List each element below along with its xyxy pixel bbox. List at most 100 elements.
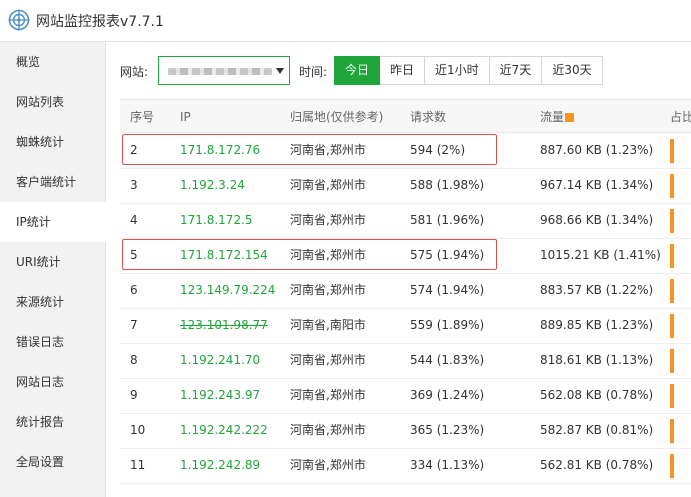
cell-location: 河南省,郑州市	[290, 248, 366, 262]
cell-ip: 171.8.172.76	[180, 143, 261, 157]
cell-requests: 588 (1.98%)	[410, 178, 485, 192]
share-bar	[670, 349, 674, 373]
sidebar-item-spider-stats[interactable]: 蜘蛛统计	[0, 122, 106, 162]
sidebar-item-global-settings[interactable]: 全局设置	[0, 442, 106, 482]
sidebar-item-error-log[interactable]: 错误日志	[0, 322, 106, 362]
cell-requests: 544 (1.83%)	[410, 353, 485, 367]
cell-ip: 123.149.79.224	[180, 283, 276, 297]
time-today-button[interactable]: 今日	[334, 56, 381, 85]
cell-ip: 1.192.241.70	[180, 353, 261, 367]
redacted-site-name	[168, 68, 272, 75]
sort-icon	[565, 113, 575, 122]
sidebar-item-client-stats[interactable]: 客户端统计	[0, 162, 106, 202]
table-row: 11 1.192.242.89 河南省,郑州市 334 (1.13%) 562.81 K…	[120, 448, 691, 484]
cell-requests: 581 (1.96%)	[410, 213, 485, 227]
table-row: 4 171.8.172.5 河南省,郑州市 581 (1.96%) 968.66 KB …	[120, 203, 691, 239]
header-share: 占比	[670, 110, 691, 124]
cell-requests: 575 (1.94%)	[410, 248, 485, 262]
time-range-group: 今日 昨日 近1小时 近7天 近30天	[334, 56, 603, 85]
sidebar-item-ip-stats[interactable]: IP统计	[0, 202, 107, 242]
cell-traffic: 967.14 KB (1.34%)	[540, 178, 654, 192]
cell-requests: 574 (1.94%)	[410, 283, 485, 297]
cell-location: 河南省,郑州市	[290, 213, 366, 227]
cell-traffic: 582.87 KB (0.81%)	[540, 423, 654, 437]
cell-index: 8	[130, 353, 138, 367]
main-content: 网站: 时间: 今日 昨日 近1小时 近7天 近30天 序号 IP 归属地(仅供…	[106, 42, 691, 497]
cell-index: 4	[130, 213, 138, 227]
cell-index: 2	[130, 143, 138, 157]
time-last-hour-button[interactable]: 近1小时	[424, 56, 490, 85]
header-traffic[interactable]: 流量	[540, 100, 575, 134]
share-bar	[670, 244, 674, 268]
cell-traffic: 883.57 KB (1.22%)	[540, 283, 654, 297]
cell-traffic: 818.61 KB (1.13%)	[540, 353, 654, 367]
table-row: 3 1.192.3.24 河南省,郑州市 588 (1.98%) 967.14 KB (…	[120, 168, 691, 204]
cell-requests: 365 (1.23%)	[410, 423, 485, 437]
cell-index: 11	[130, 458, 146, 472]
time-last-7-days-button[interactable]: 近7天	[488, 56, 543, 85]
cell-traffic: 889.85 KB (1.23%)	[540, 318, 654, 332]
cell-location: 河南省,南阳市	[290, 318, 366, 332]
share-bar	[670, 384, 674, 408]
share-bar	[670, 279, 674, 303]
table-row: 10 1.192.242.222 河南省,郑州市 365 (1.23%) 582.87 …	[120, 413, 691, 449]
cell-ip: 123.101.98.77	[180, 318, 268, 332]
table-row: 6 123.149.79.224 河南省,郑州市 574 (1.94%) 883.57 …	[120, 273, 691, 309]
cell-ip: 1.192.242.89	[180, 458, 261, 472]
table-header: 序号 IP 归属地(仅供参考) 请求数 流量 占比	[120, 99, 691, 133]
cell-ip: 1.192.242.222	[180, 423, 268, 437]
caret-down-icon	[276, 68, 284, 74]
share-bar	[670, 419, 674, 443]
header-index: 序号	[130, 110, 155, 124]
site-select[interactable]	[158, 56, 290, 85]
cell-location: 河南省,郑州市	[290, 388, 366, 402]
site-label: 网站:	[120, 65, 149, 79]
sidebar-item-uri-stats[interactable]: URI统计	[0, 242, 106, 282]
header-ip: IP	[180, 110, 191, 124]
sidebar-item-report[interactable]: 统计报告	[0, 402, 106, 442]
cell-traffic: 968.66 KB (1.34%)	[540, 213, 654, 227]
sidebar-item-referer-stats[interactable]: 来源统计	[0, 282, 106, 322]
header-location: 归属地(仅供参考)	[290, 110, 384, 124]
cell-ip: 1.192.243.97	[180, 388, 261, 402]
cell-requests: 369 (1.24%)	[410, 388, 485, 402]
sidebar-item-site-list[interactable]: 网站列表	[0, 82, 106, 122]
table-row: 9 1.192.243.97 河南省,郑州市 369 (1.24%) 562.08 KB…	[120, 378, 691, 414]
ip-stats-table: 序号 IP 归属地(仅供参考) 请求数 流量 占比 2 171.8.172.76 河…	[120, 99, 691, 497]
share-bar	[670, 314, 674, 338]
share-bar	[670, 209, 674, 233]
cell-traffic: 562.81 KB (0.78%)	[540, 458, 654, 472]
time-yesterday-button[interactable]: 昨日	[379, 56, 426, 85]
cell-traffic: 887.60 KB (1.23%)	[540, 143, 654, 157]
cell-ip: 1.192.3.24	[180, 178, 245, 192]
cell-traffic: 1015.21 KB (1.41%)	[540, 248, 661, 262]
table-row: 8 1.192.241.70 河南省,郑州市 544 (1.83%) 818.61 KB…	[120, 343, 691, 379]
table-row: 2 171.8.172.76 河南省,郑州市 594 (2%) 887.60 KB (1…	[120, 133, 691, 169]
sidebar-item-site-log[interactable]: 网站日志	[0, 362, 106, 402]
share-bar	[670, 174, 674, 198]
cell-location: 河南省,郑州市	[290, 143, 366, 157]
share-bar	[670, 454, 674, 478]
cell-requests: 334 (1.13%)	[410, 458, 485, 472]
cell-requests: 594 (2%)	[410, 143, 466, 157]
app-title: 网站监控报表v7.7.1	[36, 14, 164, 30]
share-bar	[670, 139, 674, 163]
sidebar-item-overview[interactable]: 概览	[0, 42, 106, 82]
cell-index: 7	[130, 318, 138, 332]
cell-location: 河南省,郑州市	[290, 423, 366, 437]
cell-location: 河南省,郑州市	[290, 458, 366, 472]
sidebar: 概览 网站列表 蜘蛛统计 客户端统计 IP统计 URI统计 来源统计 错误日志 …	[0, 42, 107, 497]
cell-traffic: 562.08 KB (0.78%)	[540, 388, 654, 402]
cell-index: 9	[130, 388, 138, 402]
cell-location: 河南省,郑州市	[290, 283, 366, 297]
header-requests: 请求数	[410, 110, 447, 124]
target-logo-icon	[8, 9, 30, 31]
cell-index: 6	[130, 283, 138, 297]
time-last-30-days-button[interactable]: 近30天	[541, 56, 603, 85]
cell-requests: 559 (1.89%)	[410, 318, 485, 332]
cell-location: 河南省,郑州市	[290, 353, 366, 367]
table-row: 5 171.8.172.154 河南省,郑州市 575 (1.94%) 1015.21 …	[120, 238, 691, 274]
cell-index: 5	[130, 248, 138, 262]
cell-location: 河南省,郑州市	[290, 178, 366, 192]
table-row: 7 123.101.98.77 河南省,南阳市 559 (1.89%) 889.85 K…	[120, 308, 691, 344]
